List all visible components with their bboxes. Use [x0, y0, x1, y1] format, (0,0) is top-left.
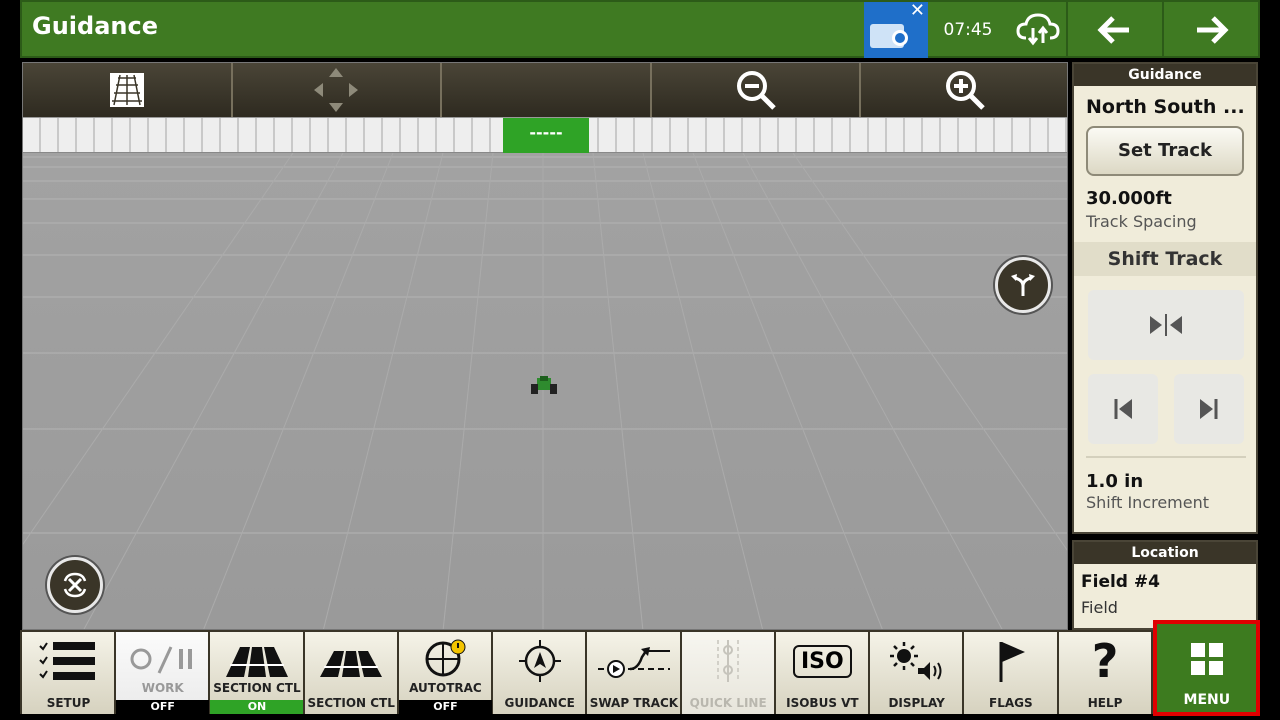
- operator-person-icon: [892, 30, 908, 46]
- clock-time: 07:45: [943, 20, 993, 40]
- track-spacing-label: Track Spacing: [1086, 212, 1197, 231]
- arrow-left-icon: [1097, 16, 1129, 44]
- brightness-volume-icon: [870, 636, 963, 686]
- pan-arrows-icon: [314, 68, 359, 112]
- shortcut-label: QUICK LINE: [689, 696, 767, 710]
- zoom-out-button[interactable]: [652, 63, 862, 117]
- shortcut-label: FLAGS: [989, 696, 1033, 710]
- lightbar-center-indicator: -----: [503, 118, 589, 153]
- zoom-in-button[interactable]: [861, 63, 1067, 117]
- cloud-sync-button[interactable]: [1008, 2, 1068, 58]
- arrow-right-icon: [1197, 16, 1229, 44]
- fork-arrows-icon: [1011, 274, 1035, 296]
- section-control-settings-button[interactable]: SECTION CTL: [304, 632, 398, 714]
- divider: [1086, 456, 1246, 458]
- guidance-side-panel: Guidance North South ... Set Track 30.00…: [1072, 62, 1258, 534]
- flags-button[interactable]: FLAGS: [964, 632, 1057, 714]
- recenter-track-icon: [1150, 314, 1182, 336]
- shift-track-header: Shift Track: [1074, 242, 1256, 276]
- swap-track-button[interactable]: SWAP TRACK: [587, 632, 680, 714]
- guidance-target-icon: [493, 636, 586, 686]
- zoom-out-icon: [736, 71, 776, 110]
- menu-grid-icon: [1157, 634, 1257, 684]
- section-control-icon: [210, 636, 303, 686]
- quick-line-icon: [682, 636, 775, 686]
- shift-center-button[interactable]: [1088, 290, 1244, 360]
- shortcut-label: MENU: [1183, 692, 1231, 708]
- shortcut-bar: SETUP WORK OFF SECTION CTL ON SECTION CT…: [20, 620, 1260, 716]
- guidance-panel-header: Guidance: [1074, 64, 1256, 86]
- back-button[interactable]: [1068, 2, 1162, 58]
- shift-right-button[interactable]: [1174, 374, 1244, 444]
- record-pause-icon: [116, 636, 209, 686]
- map-view[interactable]: [23, 153, 1067, 629]
- field-name: Field #4: [1081, 572, 1160, 592]
- map-toolbar: [23, 63, 1067, 117]
- shortcut-label: SECTION CTL: [213, 681, 301, 695]
- guidance-button[interactable]: GUIDANCE: [493, 632, 586, 714]
- shortcut-label: AUTOTRAC: [409, 681, 482, 695]
- close-icon: ✕: [909, 0, 925, 21]
- autotrac-steering-icon: [399, 636, 492, 686]
- track-name: North South ...: [1086, 96, 1245, 118]
- shortcut-label: ISOBUS VT: [786, 696, 859, 710]
- pan-button[interactable]: [233, 63, 443, 117]
- help-icon: ?: [1091, 634, 1119, 688]
- shortcut-label: HELP: [1087, 696, 1123, 710]
- section-control-toggle-button[interactable]: SECTION CTL ON: [210, 632, 304, 714]
- quick-line-button[interactable]: QUICK LINE: [681, 632, 775, 714]
- status-badge: ON: [210, 700, 304, 714]
- forward-button[interactable]: [1164, 2, 1258, 58]
- swap-track-icon: [587, 636, 680, 686]
- shortcut-label: WORK: [141, 681, 184, 695]
- shortcut-label: SETUP: [46, 696, 91, 710]
- track-spacing-value: 30.000ft: [1086, 188, 1172, 209]
- view-perspective-icon: [109, 73, 144, 107]
- zoom-in-icon: [946, 71, 985, 110]
- guidance-map-panel: -----: [22, 62, 1068, 630]
- perspective-view-button[interactable]: [23, 63, 233, 117]
- location-panel-header: Location: [1074, 542, 1256, 564]
- display-button[interactable]: DISPLAY: [870, 632, 963, 714]
- operator-login-button[interactable]: ✕: [864, 0, 928, 58]
- shift-increment-label: Shift Increment: [1086, 493, 1210, 512]
- shortcut-label: DISPLAY: [888, 696, 945, 710]
- shift-left-button[interactable]: [1088, 374, 1158, 444]
- setup-button[interactable]: SETUP: [22, 632, 115, 714]
- recenter-button[interactable]: [47, 557, 103, 613]
- shift-increment-value: 1.0 in: [1086, 471, 1144, 492]
- tractor-icon: [531, 376, 557, 394]
- autotrac-toggle-button[interactable]: AUTOTRAC OFF: [398, 632, 492, 714]
- checklist-icon: [22, 636, 115, 686]
- set-track-button[interactable]: Set Track: [1086, 126, 1244, 176]
- page-title: Guidance: [32, 12, 158, 40]
- shortcut-label: GUIDANCE: [504, 696, 575, 710]
- menu-button[interactable]: MENU: [1152, 620, 1260, 716]
- cloud-sync-icon: [1016, 13, 1060, 46]
- flag-icon: [964, 636, 1057, 686]
- help-button[interactable]: ? HELP: [1058, 632, 1151, 714]
- toolbar-empty-slot: [442, 63, 652, 117]
- field-label: Field: [1081, 598, 1118, 617]
- isobus-vt-button[interactable]: ISO ISOBUS VT: [775, 632, 869, 714]
- iso-icon: ISO: [776, 636, 869, 686]
- status-badge: OFF: [116, 700, 210, 714]
- status-badge: OFF: [398, 700, 492, 714]
- work-toggle-button[interactable]: WORK OFF: [116, 632, 210, 714]
- rotate-view-icon: [63, 572, 87, 598]
- section-control-icon: [305, 636, 398, 686]
- shift-left-icon: [1114, 399, 1132, 419]
- lightbar: -----: [23, 117, 1067, 153]
- top-header-bar: Guidance ✕ 07:45: [20, 0, 1260, 58]
- shift-right-icon: [1200, 399, 1218, 419]
- location-panel[interactable]: Location Field #4 Field: [1072, 540, 1258, 630]
- shortcut-label: SWAP TRACK: [589, 696, 679, 710]
- shortcut-label: SECTION CTL: [307, 696, 395, 710]
- track-select-button[interactable]: [995, 257, 1051, 313]
